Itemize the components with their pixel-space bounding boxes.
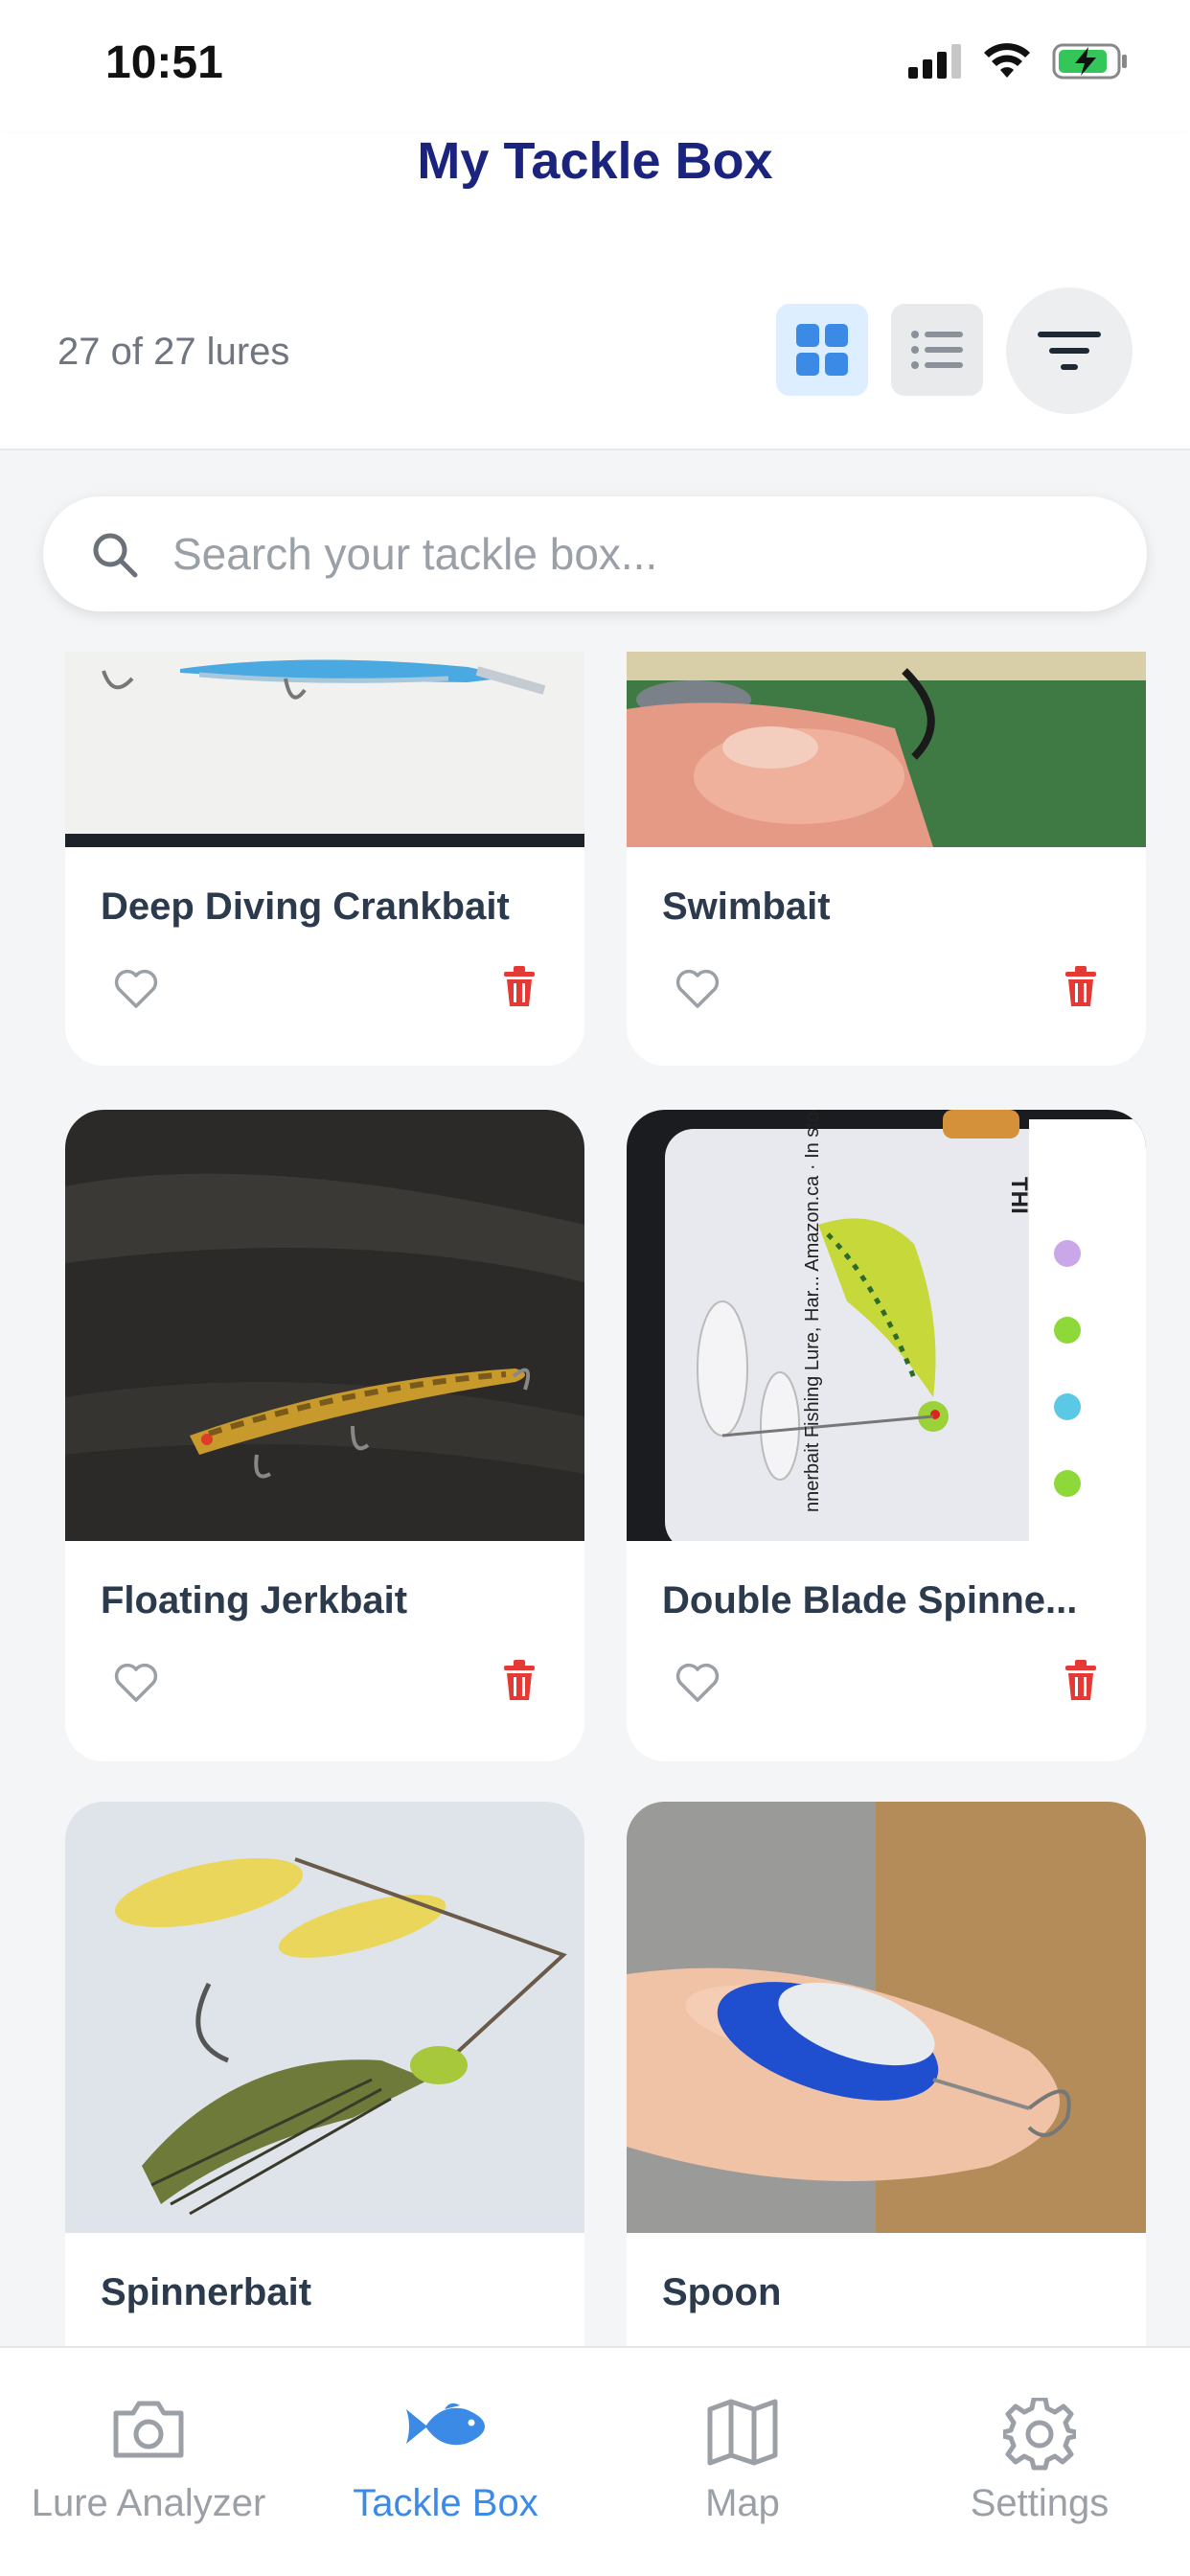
nav-header: My Tackle Box xyxy=(0,131,1190,254)
lure-photo xyxy=(627,652,1146,847)
lure-count: 27 of 27 lures xyxy=(57,331,290,373)
lure-card[interactable]: Spoon xyxy=(627,1802,1146,2346)
lure-card[interactable]: Spinnerbait xyxy=(65,1802,584,2346)
tab-settings[interactable]: Settings xyxy=(891,2348,1188,2540)
battery-charging-icon xyxy=(1052,43,1127,80)
lure-name: Spinnerbait xyxy=(101,2271,312,2313)
lure-card[interactable]: Floating Jerkbait xyxy=(65,1110,584,1761)
lure-name: Spoon xyxy=(662,2271,782,2313)
lure-grid: Deep Diving Crankbait Swimbait Floating … xyxy=(0,652,1190,2346)
list-icon xyxy=(911,331,963,369)
lure-photo: THI nnerbait Fishing Lure, Har... Amazon… xyxy=(627,1110,1146,1541)
delete-trash-icon[interactable] xyxy=(1064,966,1098,1008)
filter-icon xyxy=(1038,332,1101,370)
search-bar[interactable] xyxy=(43,496,1147,611)
lure-card[interactable]: Deep Diving Crankbait xyxy=(65,652,584,1066)
gear-icon xyxy=(1003,2398,1076,2471)
tab-label: Settings xyxy=(970,2482,1110,2524)
status-bar: 10:51 xyxy=(0,0,1190,134)
map-icon xyxy=(707,2399,778,2466)
delete-trash-icon[interactable] xyxy=(502,1660,537,1702)
lure-name: Swimbait xyxy=(662,886,831,928)
grid-view-button[interactable] xyxy=(776,304,868,396)
delete-trash-icon[interactable] xyxy=(1064,1660,1098,1702)
favorite-heart-icon[interactable] xyxy=(113,968,159,1010)
tab-map[interactable]: Map xyxy=(594,2348,891,2540)
photo-tag-text: THI xyxy=(1006,1177,1032,1214)
delete-trash-icon[interactable] xyxy=(502,966,537,1008)
signal-icon xyxy=(908,44,961,79)
lure-name: Double Blade Spinne... xyxy=(662,1579,1078,1622)
tab-label: Tackle Box xyxy=(353,2482,538,2524)
lure-card[interactable]: THI nnerbait Fishing Lure, Har... Amazon… xyxy=(627,1110,1146,1761)
filter-button[interactable] xyxy=(1006,288,1133,414)
tab-label: Lure Analyzer xyxy=(31,2482,266,2524)
search-icon xyxy=(93,533,138,578)
toolbar: 27 of 27 lures xyxy=(0,254,1190,450)
status-time: 10:51 xyxy=(105,37,223,88)
lure-photo xyxy=(627,1802,1146,2233)
favorite-heart-icon[interactable] xyxy=(675,1662,721,1704)
list-view-button[interactable] xyxy=(891,304,983,396)
tab-bar: Lure Analyzer Tackle Box Map Settings xyxy=(0,2346,1190,2576)
status-icons xyxy=(908,42,1129,80)
photo-amazon-text: nnerbait Fishing Lure, Har... Amazon.ca … xyxy=(802,1110,823,1512)
lure-photo xyxy=(65,652,584,847)
search-input[interactable] xyxy=(172,516,1111,592)
page-title: My Tackle Box xyxy=(417,131,773,190)
lure-name: Floating Jerkbait xyxy=(101,1579,408,1622)
camera-icon xyxy=(113,2401,184,2458)
fish-icon xyxy=(406,2403,485,2446)
lure-card[interactable]: Swimbait xyxy=(627,652,1146,1066)
tab-label: Map xyxy=(705,2482,780,2524)
favorite-heart-icon[interactable] xyxy=(113,1662,159,1704)
tab-tackle-box[interactable]: Tackle Box xyxy=(297,2348,594,2540)
lure-name: Deep Diving Crankbait xyxy=(101,886,510,928)
grid-icon xyxy=(796,324,848,376)
lure-photo xyxy=(65,1110,584,1541)
lure-photo xyxy=(65,1802,584,2233)
favorite-heart-icon[interactable] xyxy=(675,968,721,1010)
wifi-icon xyxy=(984,43,1030,78)
tab-lure-analyzer[interactable]: Lure Analyzer xyxy=(0,2348,297,2540)
